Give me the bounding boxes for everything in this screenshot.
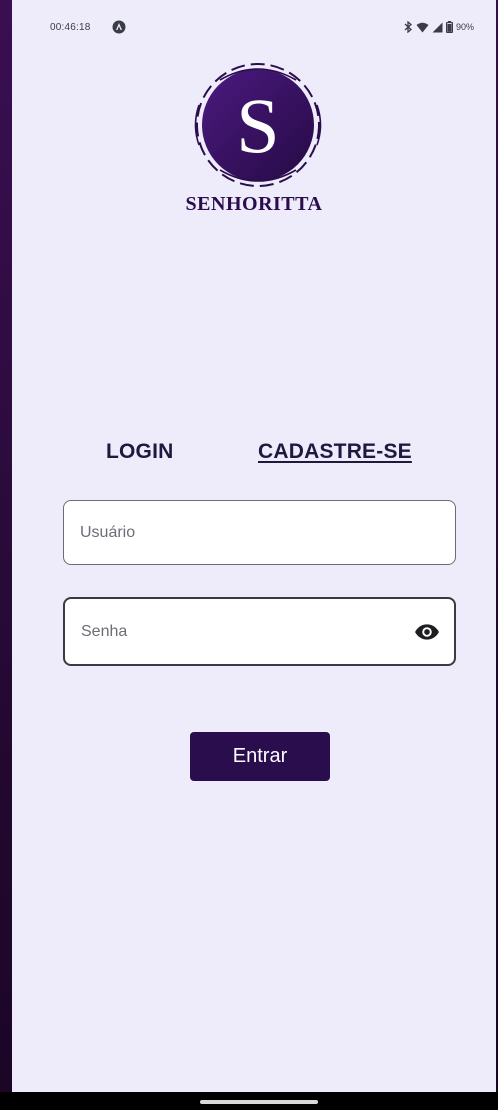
signal-icon <box>432 22 443 32</box>
app-screen: 00:46:18 90% S SENHORITTA LOGIN CADASTRE… <box>12 0 496 1092</box>
brand-name: SENHORITTA <box>185 193 323 215</box>
logo-letter: S <box>236 82 279 169</box>
status-time: 00:46:18 <box>50 22 91 33</box>
battery-percent: 90% <box>455 22 474 32</box>
tab-register[interactable]: CADASTRE-SE <box>258 440 412 464</box>
status-icons: 90% <box>403 19 474 35</box>
wifi-icon <box>416 22 429 32</box>
username-field[interactable] <box>63 500 456 565</box>
app-indicator-icon <box>112 20 126 34</box>
home-indicator[interactable] <box>200 1100 318 1104</box>
eye-icon[interactable] <box>414 619 440 645</box>
password-field[interactable] <box>63 597 456 666</box>
bluetooth-icon <box>404 21 412 33</box>
enter-button[interactable]: Entrar <box>190 732 330 781</box>
status-bar: 00:46:18 90% <box>12 0 496 52</box>
password-input[interactable] <box>81 599 391 664</box>
tab-login[interactable]: LOGIN <box>106 440 174 464</box>
battery-icon <box>445 21 453 33</box>
username-input[interactable] <box>80 501 390 564</box>
brand-logo: S <box>194 63 322 187</box>
